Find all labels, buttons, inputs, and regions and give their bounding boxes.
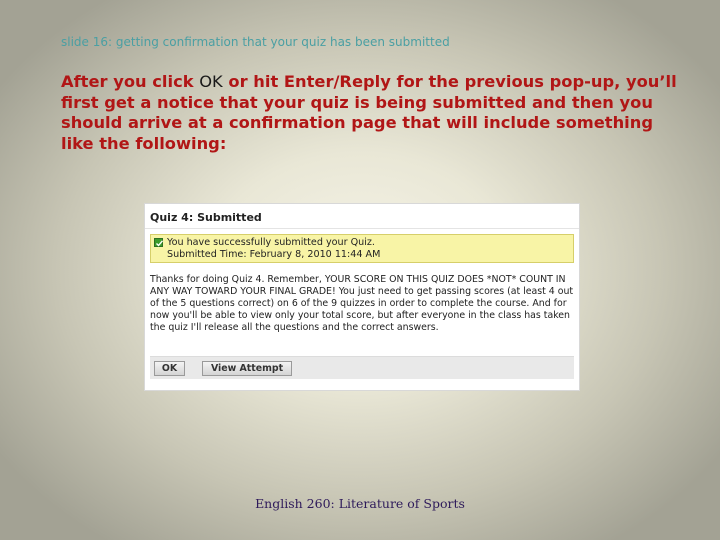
view-attempt-button[interactable]: View Attempt (202, 361, 292, 376)
ok-button[interactable]: OK (154, 361, 185, 376)
quiz-message: Thanks for doing Quiz 4. Remember, YOUR … (150, 274, 574, 334)
success-notice: You have successfully submitted your Qui… (150, 234, 574, 263)
course-footer: English 260: Literature of Sports (255, 496, 465, 511)
button-bar: OK View Attempt (150, 356, 574, 379)
divider (145, 228, 579, 229)
slide-title: slide 16: getting confirmation that your… (61, 35, 450, 49)
success-message: You have successfully submitted your Qui… (167, 237, 375, 248)
instruction-text-start: After you click (61, 72, 200, 91)
ok-keyword: OK (199, 72, 223, 91)
quiz-submitted-heading: Quiz 4: Submitted (150, 211, 262, 224)
submitted-time: Submitted Time: February 8, 2010 11:44 A… (167, 249, 381, 260)
confirmation-screenshot: Quiz 4: Submitted You have successfully … (144, 203, 580, 391)
checkbox-check-icon (154, 238, 164, 247)
instruction-text: After you click OK or hit Enter/Reply fo… (61, 72, 691, 154)
